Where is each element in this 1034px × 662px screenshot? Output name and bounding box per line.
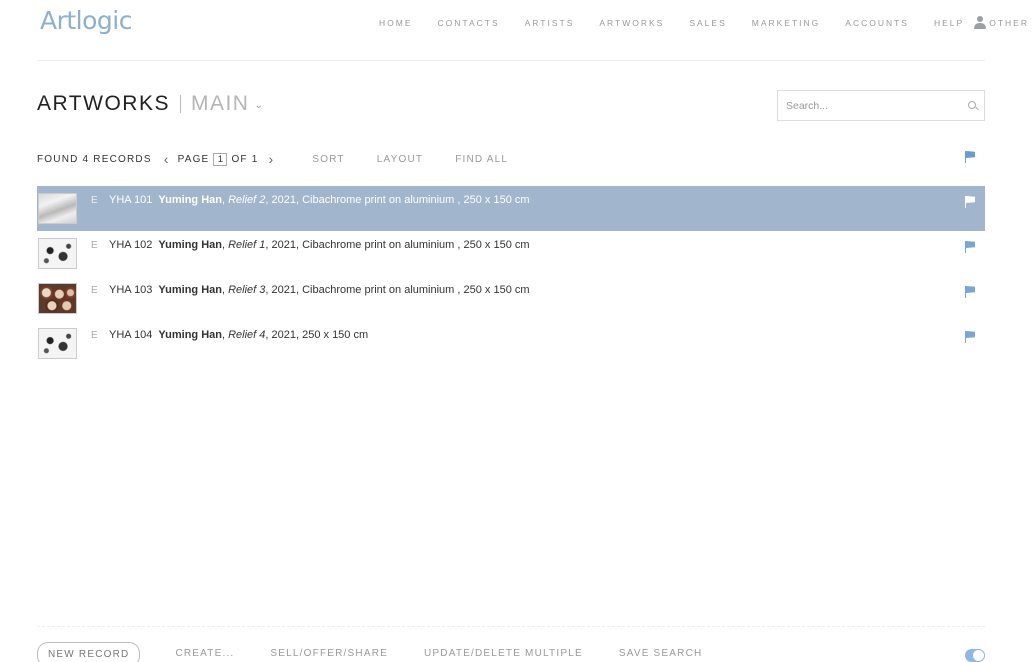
update-delete-multiple-button[interactable]: UPDATE/DELETE MULTIPLE xyxy=(424,648,583,659)
stock-number: YHA 103 xyxy=(109,284,153,296)
record-row[interactable]: E YHA 101 Yuming Han, Relief 2, 2021, Cib… xyxy=(37,186,985,231)
flag-icon[interactable] xyxy=(965,151,975,163)
record-row[interactable]: E YHA 104 Yuming Han, Relief 4, 2021, 250… xyxy=(37,321,985,366)
artwork-title: Relief 4 xyxy=(228,329,266,341)
record-description[interactable]: YHA 102 Yuming Han, Relief 1, 2021, Cibac… xyxy=(109,239,530,251)
header-divider xyxy=(37,60,985,61)
flag-cloth xyxy=(966,241,975,248)
artwork-details: , 2021, Cibachrome print on aluminium , … xyxy=(265,239,530,251)
save-search-button[interactable]: SAVE SEARCH xyxy=(619,648,703,659)
sort-button[interactable]: SORT xyxy=(312,154,344,165)
sell-offer-share-button[interactable]: SELL/OFFER/SHARE xyxy=(270,648,388,659)
user-icon[interactable] xyxy=(974,16,986,29)
nav-accounts[interactable]: ACCOUNTS xyxy=(845,18,909,28)
edit-marker[interactable]: E xyxy=(91,195,98,206)
artwork-details: , 2021, Cibachrome print on aluminium , … xyxy=(265,194,530,206)
record-row[interactable]: E YHA 102 Yuming Han, Relief 1, 2021, Cib… xyxy=(37,231,985,276)
page-number-input[interactable]: 1 xyxy=(213,152,228,166)
nav-artworks[interactable]: ARTWORKS xyxy=(599,18,664,28)
nav-contacts[interactable]: CONTACTS xyxy=(438,18,500,28)
record-description[interactable]: YHA 101 Yuming Han, Relief 2, 2021, Cibac… xyxy=(109,194,530,206)
layout-button[interactable]: LAYOUT xyxy=(377,154,423,165)
artist-name: Yuming Han xyxy=(158,194,222,206)
new-record-button[interactable]: NEW RECORD xyxy=(37,642,141,662)
stock-number: YHA 102 xyxy=(109,239,153,251)
edit-marker[interactable]: E xyxy=(91,240,98,251)
artist-name: Yuming Han xyxy=(158,329,222,341)
view-toggle[interactable] xyxy=(965,649,985,662)
edit-marker[interactable]: E xyxy=(91,285,98,296)
flag-icon[interactable] xyxy=(965,196,975,208)
next-page-icon[interactable]: › xyxy=(268,152,274,166)
record-description[interactable]: YHA 103 Yuming Han, Relief 3, 2021, Cibac… xyxy=(109,284,530,296)
artwork-thumbnail[interactable] xyxy=(38,283,77,314)
chevron-down-icon[interactable]: ⌄ xyxy=(254,100,262,111)
record-count: 4 xyxy=(82,153,90,165)
find-all-button[interactable]: FIND ALL xyxy=(455,154,508,165)
page-title-row: ARTWORKS MAIN ⌄ xyxy=(37,92,263,116)
artlogic-logo[interactable]: Artlogic xyxy=(40,6,132,35)
artwork-details: , 2021, 250 x 150 cm xyxy=(265,329,369,341)
user-icon-body xyxy=(974,23,986,29)
artwork-thumbnail[interactable] xyxy=(38,238,77,269)
edit-marker[interactable]: E xyxy=(91,330,98,341)
view-selector[interactable]: MAIN xyxy=(191,92,250,116)
flag-icon[interactable] xyxy=(965,286,975,298)
search-box xyxy=(777,90,985,121)
artist-name: Yuming Han xyxy=(158,239,222,251)
flag-cloth xyxy=(966,196,975,203)
nav-other[interactable]: OTHER xyxy=(989,18,1029,28)
flag-cloth xyxy=(966,331,975,338)
stock-number: YHA 101 xyxy=(109,194,153,206)
artwork-title: Relief 2 xyxy=(228,194,266,206)
search-input[interactable] xyxy=(778,91,958,120)
nav-sales[interactable]: SALES xyxy=(689,18,726,28)
results-toolbar: FOUND 4 RECORDS ‹ PAGE 1 OF 1 › SORT LAY… xyxy=(37,152,508,166)
record-description[interactable]: YHA 104 Yuming Han, Relief 4, 2021, 250 x… xyxy=(109,329,368,341)
page-of-label: OF 1 xyxy=(231,153,259,165)
records-label: RECORDS xyxy=(93,153,152,165)
nav-home[interactable]: HOME xyxy=(379,18,413,28)
footer-divider xyxy=(37,626,985,627)
flag-icon[interactable] xyxy=(965,331,975,343)
artwork-title: Relief 1 xyxy=(228,239,266,251)
search-icon[interactable] xyxy=(968,101,976,109)
nav-marketing[interactable]: MARKETING xyxy=(752,18,821,28)
page-label: PAGE xyxy=(177,153,210,165)
toggle-knob xyxy=(973,650,984,661)
found-count: FOUND 4 RECORDS xyxy=(37,154,152,165)
title-separator xyxy=(179,95,181,113)
artwork-thumbnail[interactable] xyxy=(38,193,77,224)
flag-icon[interactable] xyxy=(965,241,975,253)
artwork-title: Relief 3 xyxy=(228,284,266,296)
record-row[interactable]: E YHA 103 Yuming Han, Relief 3, 2021, Cib… xyxy=(37,276,985,321)
artist-name: Yuming Han xyxy=(158,284,222,296)
page-title: ARTWORKS xyxy=(37,92,170,115)
top-navigation-bar: Artlogic HOME CONTACTS ARTISTS ARTWORKS … xyxy=(0,0,1034,44)
footer-actions: NEW RECORD CREATE... SELL/OFFER/SHARE UP… xyxy=(37,642,702,662)
flag-cloth xyxy=(966,151,975,158)
artwork-details: , 2021, Cibachrome print on aluminium , … xyxy=(265,284,530,296)
records-list: E YHA 101 Yuming Han, Relief 2, 2021, Cib… xyxy=(37,186,985,366)
nav-help[interactable]: HELP xyxy=(934,18,964,28)
flag-cloth xyxy=(966,286,975,293)
artwork-thumbnail[interactable] xyxy=(38,328,77,359)
user-icon-head xyxy=(977,16,983,22)
stock-number: YHA 104 xyxy=(109,329,153,341)
prev-page-icon[interactable]: ‹ xyxy=(164,152,170,166)
main-nav: HOME CONTACTS ARTISTS ARTWORKS SALES MAR… xyxy=(379,18,1034,28)
create-button[interactable]: CREATE... xyxy=(175,648,234,659)
nav-artists[interactable]: ARTISTS xyxy=(525,18,575,28)
found-label: FOUND xyxy=(37,153,79,165)
